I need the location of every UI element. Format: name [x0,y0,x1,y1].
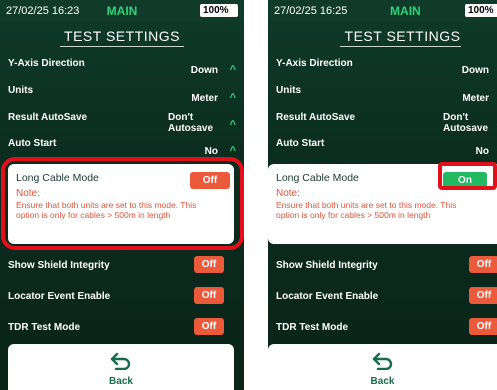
status-time: 27/02/25 16:23 [6,5,80,17]
switch-label: Show Shield Integrity [276,260,378,271]
setting-value: Don't Autosave [168,112,214,134]
long-cable-mode-label: Long Cable Mode [276,172,359,184]
setting-label: Result AutoSave [276,112,356,123]
setting-label: Result AutoSave [8,112,88,123]
setting-label: Units [276,85,301,96]
back-arrow-icon [372,352,392,370]
show-shield-integrity-toggle[interactable]: Off [194,256,224,273]
back-label: Back [370,376,395,387]
switch-label: TDR Test Mode [8,322,81,333]
status-mode: MAIN [390,4,421,18]
setting-value: Down [190,65,218,76]
status-mode: MAIN [106,4,138,18]
chevron-up-icon[interactable]: ^ [230,92,236,104]
device-screen-before: 27/02/25 16:23 MAIN 100% TEST SETTINGS Y… [0,0,244,390]
setting-label: Auto Start [8,138,57,149]
back-label: Back [109,376,133,387]
setting-value: No [475,146,489,157]
setting-value: Meter [462,93,489,104]
highlight-box [438,162,497,190]
show-shield-integrity-toggle[interactable]: Off [469,256,497,273]
chevron-up-icon[interactable]: ^ [230,145,236,157]
tdr-test-mode-toggle[interactable]: Off [469,318,497,335]
switch-label: Show Shield Integrity [8,260,110,271]
back-button[interactable]: Back [8,344,234,390]
switch-label: Locator Event Enable [8,291,111,302]
title-underline [340,46,461,47]
note-heading: Note: [276,188,300,199]
status-bar: 27/02/25 16:25 MAIN 100% [268,0,497,22]
locator-event-enable-toggle[interactable]: Off [469,287,497,304]
note-text: Ensure that both units are set to this m… [276,200,457,220]
title-underline [60,46,184,47]
device-screen-after: 27/02/25 16:25 MAIN 100% TEST SETTINGS Y… [268,0,497,390]
page-title: TEST SETTINGS [344,28,461,44]
setting-value: Don't Autosave [443,112,489,134]
locator-event-enable-toggle[interactable]: Off [194,287,224,304]
setting-label: Auto Start [276,138,325,149]
battery-indicator: 100% [200,4,238,17]
setting-value: No [204,146,218,157]
setting-label: Y-Axis Direction [276,58,353,69]
status-bar: 27/02/25 16:23 MAIN 100% [0,0,244,22]
page-title: TEST SETTINGS [64,28,180,44]
chevron-up-icon[interactable]: ^ [230,119,236,131]
back-button[interactable]: Back [268,344,497,390]
tdr-test-mode-toggle[interactable]: Off [194,318,224,335]
back-arrow-icon [110,352,131,370]
chevron-up-icon[interactable]: ^ [230,64,236,76]
setting-value: Down [461,65,489,76]
status-time: 27/02/25 16:25 [274,5,348,17]
highlight-box [1,157,244,250]
setting-label: Y-Axis Direction [8,58,85,69]
switch-label: Locator Event Enable [276,291,379,302]
switch-label: TDR Test Mode [276,322,349,333]
battery-indicator: 100% [465,4,497,17]
setting-value: Meter [191,93,218,104]
setting-label: Units [8,85,33,96]
